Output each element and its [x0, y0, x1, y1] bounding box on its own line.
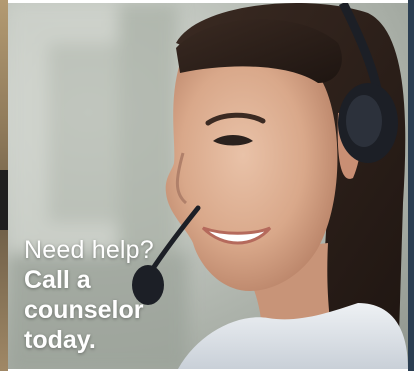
next-slide-edge[interactable]: [408, 0, 414, 371]
caption-question: Need help?: [24, 236, 154, 264]
banner-slide[interactable]: Need help? Call a counselor today.: [8, 3, 408, 369]
caption-line-1: Call a: [24, 266, 91, 294]
caption-line-2: counselor: [24, 296, 144, 324]
banner-caption: Need help? Call a counselor today.: [24, 235, 154, 355]
previous-slide-edge[interactable]: [0, 0, 8, 371]
previous-slide-detail: [0, 170, 8, 230]
carousel-frame: Need help? Call a counselor today.: [0, 0, 414, 371]
caption-line-3: today.: [24, 326, 96, 354]
